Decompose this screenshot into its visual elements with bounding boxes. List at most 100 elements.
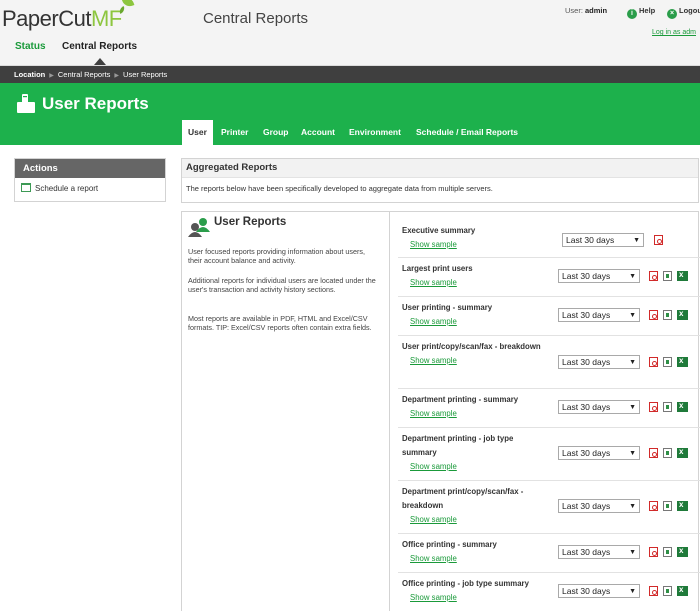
period-select[interactable]: Last 30 days ▼ — [558, 584, 640, 598]
excel-icon[interactable] — [677, 585, 688, 596]
period-select[interactable]: Last 30 days ▼ — [558, 400, 640, 414]
report-name: Office printing - job type summary Show … — [402, 577, 552, 605]
pdf-icon[interactable] — [649, 402, 658, 412]
report-title: Department printing - job type summary — [402, 434, 514, 457]
nav-active-pointer — [94, 58, 106, 65]
period-select[interactable]: Last 30 days ▼ — [558, 545, 640, 559]
tab-schedule-email-reports[interactable]: Schedule / Email Reports — [410, 120, 524, 145]
calendar-icon — [21, 183, 31, 192]
report-name: Office printing - summary Show sample — [402, 538, 542, 566]
pdf-icon[interactable] — [649, 586, 658, 596]
show-sample-link[interactable]: Show sample — [410, 276, 542, 290]
user-reports-info: User Reports User focused reports provid… — [182, 212, 390, 611]
aggregated-description: The reports below have been specifically… — [186, 184, 493, 193]
period-select[interactable]: Last 30 days ▼ — [558, 499, 640, 513]
period-value: Last 30 days — [562, 310, 611, 320]
chevron-down-icon: ▼ — [629, 273, 636, 280]
show-sample-link[interactable]: Show sample — [410, 591, 552, 605]
report-title: User printing - summary — [402, 303, 493, 312]
period-select[interactable]: Last 30 days ▼ — [558, 446, 640, 460]
show-sample-link[interactable]: Show sample — [410, 407, 542, 421]
report-row: Office printing - summary Show sample La… — [398, 534, 700, 573]
pdf-icon[interactable] — [649, 501, 658, 511]
html-report-icon[interactable] — [663, 501, 672, 511]
tab-environment[interactable]: Environment — [343, 120, 407, 145]
period-select[interactable]: Last 30 days ▼ — [562, 233, 644, 247]
page-title: User Reports — [42, 94, 149, 113]
period-select[interactable]: Last 30 days ▼ — [558, 355, 640, 369]
show-sample-link[interactable]: Show sample — [410, 513, 542, 527]
excel-icon[interactable] — [677, 500, 688, 511]
pdf-icon[interactable] — [649, 271, 658, 281]
info-icon: i — [627, 9, 637, 19]
tab-account[interactable]: Account — [295, 120, 341, 145]
schedule-report-action[interactable]: Schedule a report — [15, 178, 165, 202]
pdf-icon[interactable] — [649, 310, 658, 320]
report-title: Department printing - summary — [402, 395, 519, 404]
tab-group[interactable]: Group — [257, 120, 295, 145]
html-report-icon[interactable] — [663, 357, 672, 367]
nav-status[interactable]: Status — [15, 41, 46, 52]
help-label: Help — [639, 6, 656, 15]
login-as-link[interactable]: Log in as adm — [652, 29, 696, 36]
tab-printer[interactable]: Printer — [215, 120, 254, 145]
report-row: Department print/copy/scan/fax - breakdo… — [398, 481, 700, 534]
papercut-logo[interactable]: PaperCutMF — [2, 0, 135, 32]
pdf-icon[interactable] — [654, 235, 663, 245]
user-info: User: admin — [565, 6, 607, 15]
chevron-down-icon: ▼ — [629, 404, 636, 411]
nav-central-reports[interactable]: Central Reports — [62, 41, 137, 52]
user-report-icon — [17, 94, 35, 113]
users-icon — [188, 218, 210, 237]
help-link[interactable]: i Help — [627, 6, 655, 19]
chevron-down-icon: ▼ — [629, 359, 636, 366]
period-value: Last 30 days — [562, 586, 611, 596]
breadcrumb-central-reports[interactable]: Central Reports — [58, 70, 111, 79]
report-row: Largest print users Show sample Last 30 … — [398, 258, 700, 297]
user-name: admin — [585, 6, 608, 15]
html-report-icon[interactable] — [663, 547, 672, 557]
chevron-down-icon: ▼ — [629, 588, 636, 595]
aggregated-reports-panel: Aggregated Reports The reports below hav… — [181, 158, 699, 203]
excel-icon[interactable] — [677, 401, 688, 412]
logout-label: Logou — [679, 6, 700, 15]
tab-user[interactable]: User — [182, 120, 213, 145]
excel-icon[interactable] — [677, 309, 688, 320]
show-sample-link[interactable]: Show sample — [410, 238, 542, 252]
logout-link[interactable]: × Logou — [667, 6, 700, 19]
actions-heading: Actions — [15, 159, 165, 178]
user-reports-para-3: Most reports are available in PDF, HTML … — [188, 314, 372, 332]
html-report-icon[interactable] — [663, 586, 672, 596]
chevron-down-icon: ▼ — [629, 549, 636, 556]
excel-icon[interactable] — [677, 270, 688, 281]
period-value: Last 30 days — [562, 357, 611, 367]
html-report-icon[interactable] — [663, 310, 672, 320]
html-report-icon[interactable] — [663, 271, 672, 281]
report-name: User printing - summary Show sample — [402, 301, 542, 329]
report-title: Executive summary — [402, 226, 476, 235]
show-sample-link[interactable]: Show sample — [410, 315, 542, 329]
page-banner: User Reports User Printer Group Account … — [0, 83, 700, 145]
html-report-icon[interactable] — [663, 402, 672, 412]
excel-icon[interactable] — [677, 356, 688, 367]
period-select[interactable]: Last 30 days ▼ — [558, 269, 640, 283]
pdf-icon[interactable] — [649, 547, 658, 557]
show-sample-link[interactable]: Show sample — [410, 552, 542, 566]
report-name: Largest print users Show sample — [402, 262, 542, 290]
report-title: Largest print users — [402, 264, 473, 273]
report-name: Executive summary Show sample — [402, 224, 542, 252]
user-reports-panel: User Reports User focused reports provid… — [181, 211, 700, 611]
period-value: Last 30 days — [562, 547, 611, 557]
period-value: Last 30 days — [562, 448, 611, 458]
excel-icon[interactable] — [677, 447, 688, 458]
period-select[interactable]: Last 30 days ▼ — [558, 308, 640, 322]
breadcrumb-location[interactable]: Location — [14, 70, 45, 79]
pdf-icon[interactable] — [649, 448, 658, 458]
show-sample-link[interactable]: Show sample — [410, 460, 542, 474]
breadcrumb: Location ▶ Central Reports ▶ User Reports — [0, 66, 700, 83]
excel-icon[interactable] — [677, 546, 688, 557]
pdf-icon[interactable] — [649, 357, 658, 367]
show-sample-link[interactable]: Show sample — [410, 354, 542, 368]
html-report-icon[interactable] — [663, 448, 672, 458]
chevron-down-icon: ▼ — [629, 503, 636, 510]
